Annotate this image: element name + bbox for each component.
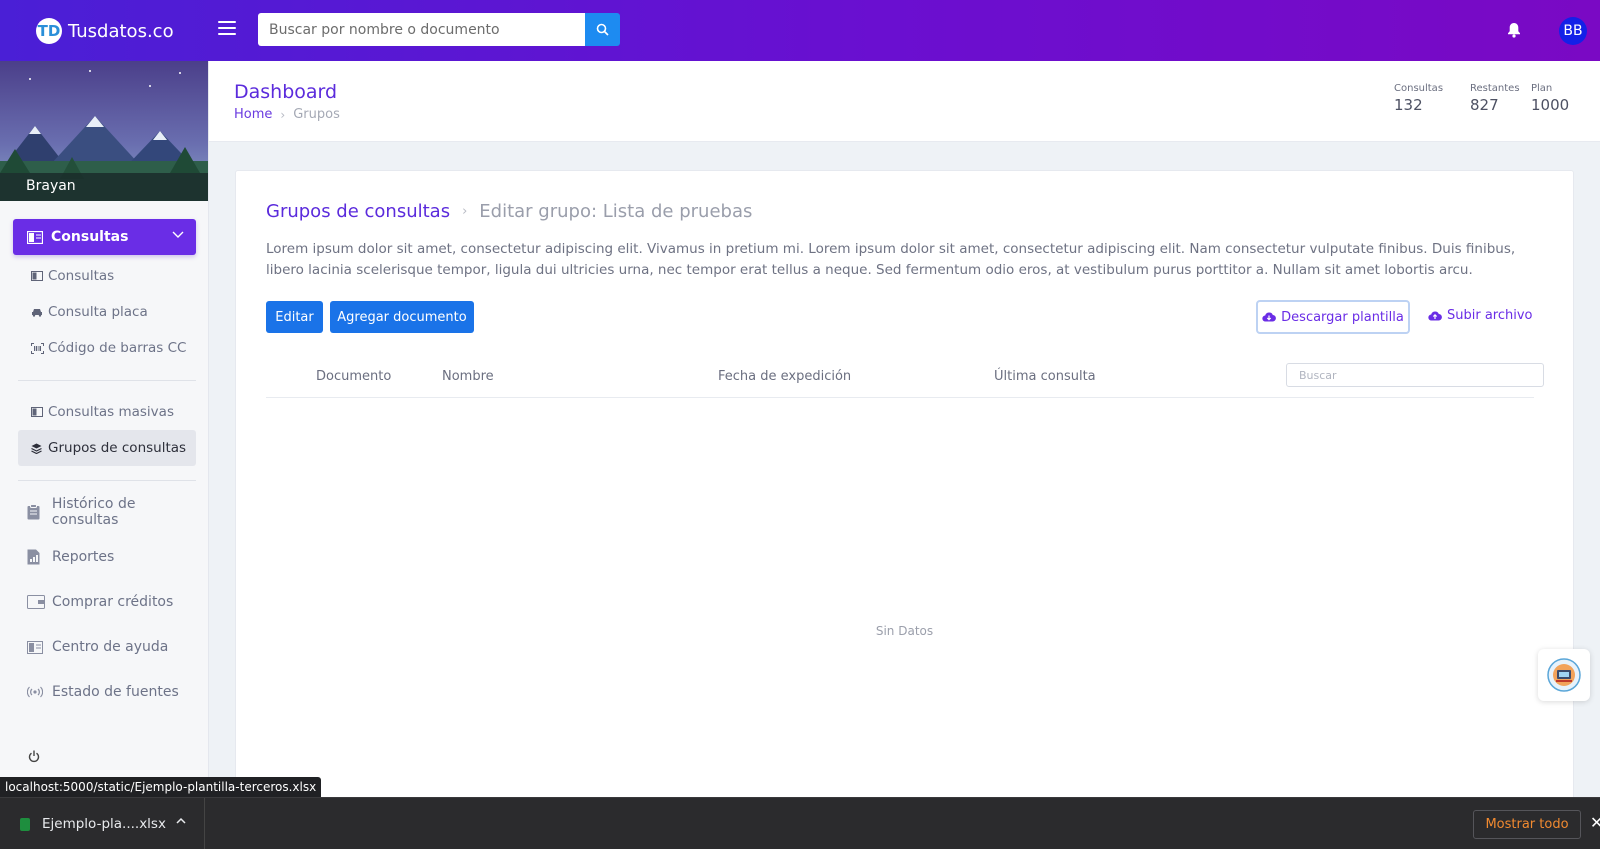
breadcrumb: Home › Grupos <box>234 107 340 122</box>
brand[interactable]: TD Tusdatos.co <box>36 18 174 44</box>
sidebar-item-label: Reportes <box>52 549 115 565</box>
card-breadcrumb-current: Editar grupo: Lista de pruebas <box>479 201 753 222</box>
empty-state: Sin Datos <box>875 624 934 638</box>
sidebar-item-label: Grupos de consultas <box>48 440 187 456</box>
column-header[interactable]: Nombre <box>442 369 494 384</box>
book-icon <box>31 271 43 281</box>
top-navbar: TD Tusdatos.co BB <box>0 0 1600 61</box>
column-header[interactable]: Última consulta <box>994 369 1096 384</box>
global-search <box>258 13 620 46</box>
power-icon[interactable] <box>28 750 40 763</box>
column-header[interactable]: Documento <box>316 369 391 384</box>
spreadsheet-file-icon <box>20 817 30 831</box>
menu-toggle-icon[interactable] <box>218 21 236 37</box>
sidebar-item-historico[interactable]: Histórico de consultas <box>27 496 205 528</box>
wallet-icon <box>27 595 45 609</box>
book-icon <box>27 230 43 244</box>
stat-value: 132 <box>1394 96 1423 114</box>
sidebar-item-label: Centro de ayuda <box>52 639 169 655</box>
show-all-downloads-button[interactable]: Mostrar todo <box>1473 810 1581 839</box>
book-icon <box>31 407 43 417</box>
sidebar-item-centro-ayuda[interactable]: Centro de ayuda <box>27 632 205 662</box>
search-button[interactable] <box>585 13 620 46</box>
stat-value: 827 <box>1470 96 1499 114</box>
card-description: Lorem ipsum dolor sit amet, consectetur … <box>266 241 1516 278</box>
page-header: Dashboard Home › Grupos Consultas 132 Re… <box>209 61 1600 142</box>
breadcrumb-current: Grupos <box>293 107 340 122</box>
sidebar-item-label: Histórico de consultas <box>51 496 136 528</box>
sidebar-item-consultas[interactable]: Consultas <box>18 258 196 294</box>
nav-consultas[interactable]: Consultas <box>13 219 196 255</box>
edit-button[interactable]: Editar <box>266 301 323 333</box>
sidebar-item-reportes[interactable]: Reportes <box>27 542 205 572</box>
download-item[interactable]: Ejemplo-pla....xlsx <box>0 798 205 849</box>
breadcrumb-home[interactable]: Home <box>234 107 272 122</box>
sidebar-divider <box>18 480 196 481</box>
barcode-icon <box>31 342 44 354</box>
page-title: Dashboard <box>234 81 338 103</box>
search-input[interactable] <box>258 13 585 46</box>
sidebar-item-comprar-creditos[interactable]: Comprar créditos <box>27 587 205 617</box>
nav-consultas-label: Consultas <box>51 229 129 245</box>
download-file-name: Ejemplo-pla....xlsx <box>42 816 166 832</box>
chevron-right-icon: › <box>462 204 468 219</box>
broadcast-icon <box>27 686 43 698</box>
report-icon <box>27 549 40 565</box>
sidebar-divider <box>18 380 196 381</box>
sidebar-item-label: Consultas <box>48 268 115 284</box>
stat-label: Consultas <box>1394 83 1444 94</box>
brand-name: Tusdatos.co <box>68 20 174 42</box>
sidebar-item-codigo-barras[interactable]: Código de barras CC <box>18 330 196 366</box>
table-header: Documento Nombre Fecha de expedición Últ… <box>266 356 1544 398</box>
profile-banner: Brayan <box>0 61 208 201</box>
search-icon <box>596 23 609 36</box>
stat-plan: Plan 1000 <box>1531 83 1569 114</box>
sidebar-item-estado-fuentes[interactable]: Estado de fuentes <box>27 677 205 707</box>
layers-icon <box>31 443 42 454</box>
support-agent-icon <box>1547 658 1581 692</box>
stat-value: 1000 <box>1531 96 1570 114</box>
stat-label: Restantes <box>1470 83 1520 94</box>
brand-logo: TD <box>36 18 62 44</box>
sidebar-item-label: Consulta placa <box>48 304 148 320</box>
profile-name: Brayan <box>26 178 76 194</box>
bell-icon[interactable] <box>1507 22 1521 38</box>
group-edit-card: Grupos de consultas › Editar grupo: List… <box>235 170 1574 810</box>
card-title: Grupos de consultas › Editar grupo: List… <box>266 201 752 222</box>
status-url: localhost:5000/static/Ejemplo-plantilla-… <box>0 777 322 797</box>
sidebar-item-label: Estado de fuentes <box>52 684 179 700</box>
sidebar-item-consulta-placa[interactable]: Consulta placa <box>18 294 196 330</box>
cloud-download-icon <box>1262 312 1277 322</box>
car-icon <box>32 308 42 317</box>
sidebar-item-label: Comprar créditos <box>52 594 174 610</box>
sidebar-item-grupos-consultas[interactable]: Grupos de consultas <box>18 430 196 466</box>
cloud-upload-icon <box>1428 310 1442 321</box>
add-document-button[interactable]: Agregar documento <box>330 301 474 333</box>
download-template-button[interactable]: Descargar plantilla <box>1256 300 1410 334</box>
downloads-bar: Ejemplo-pla....xlsx Mostrar todo ✕ <box>0 797 1600 849</box>
sidebar-item-consultas-masivas[interactable]: Consultas masivas <box>18 394 196 430</box>
chevron-down-icon <box>172 231 184 238</box>
chevron-right-icon: › <box>280 107 286 122</box>
stat-restantes: Restantes 827 <box>1470 83 1520 114</box>
chevron-up-icon[interactable] <box>176 817 186 824</box>
support-chat-widget[interactable] <box>1538 649 1590 701</box>
sidebar: Brayan Consultas Consultas Consulta plac… <box>0 61 209 797</box>
card-breadcrumb-link[interactable]: Grupos de consultas <box>266 201 450 222</box>
upload-file-button[interactable]: Subir archivo <box>1428 308 1533 323</box>
stat-consultas: Consultas 132 <box>1394 83 1443 114</box>
sidebar-item-label: Código de barras CC <box>48 340 187 356</box>
book-icon <box>27 640 43 654</box>
column-header[interactable]: Fecha de expedición <box>718 369 851 384</box>
stat-label: Plan <box>1531 83 1553 94</box>
sidebar-item-label: Consultas masivas <box>48 404 174 420</box>
upload-file-label: Subir archivo <box>1447 308 1533 323</box>
table-search-input[interactable] <box>1286 363 1544 387</box>
download-template-label: Descargar plantilla <box>1281 309 1404 325</box>
clipboard-icon <box>27 504 40 520</box>
avatar[interactable]: BB <box>1559 17 1587 45</box>
close-icon[interactable]: ✕ <box>1590 813 1600 832</box>
